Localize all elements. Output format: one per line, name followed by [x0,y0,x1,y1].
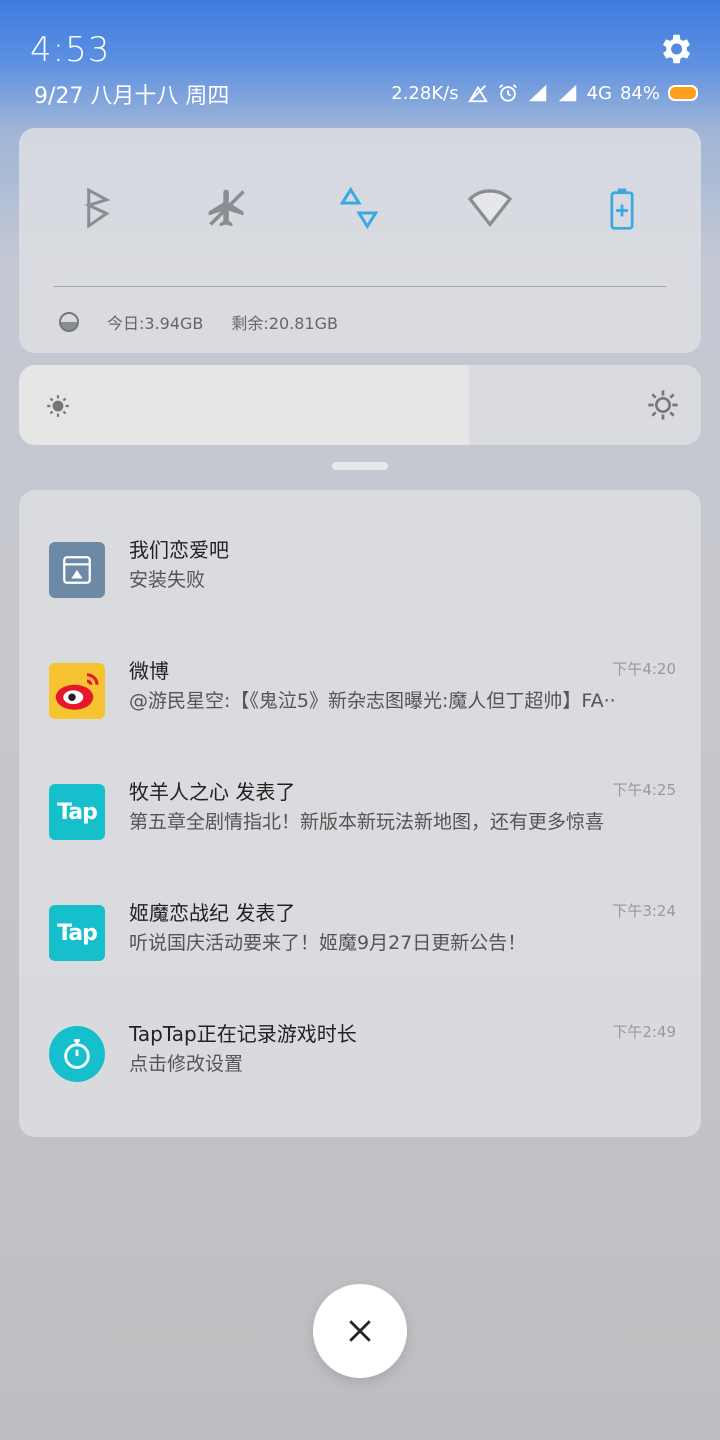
no-sim-icon [467,85,488,103]
wifi-toggle[interactable] [460,178,520,238]
notification-list: 我们恋爱吧 安装失败 微博 下午4:20 @游民星空:【《鬼泣5》新杂志图曝光:… [19,490,701,1137]
divider [54,286,666,287]
clear-all-button[interactable] [313,1284,407,1378]
battery-saver-toggle[interactable] [592,178,652,238]
data-usage-icon [59,312,79,332]
brightness-low-icon [47,395,69,417]
taptap-icon: Tap [49,905,105,961]
quick-settings-panel: 今日:3.94GB 剩余:20.81GB [19,128,701,353]
bluetooth-icon [84,187,111,229]
date[interactable]: 9/27 八月十八 周四 [34,78,229,110]
brightness-high-icon [648,390,678,420]
signal-icon [558,84,576,102]
signal-icon [528,84,546,102]
notification-time: 下午4:20 [612,660,676,678]
battery-icon [668,85,698,101]
data-transfer-icon [339,186,379,230]
notification-title: 牧羊人之心 发表了 [129,780,296,804]
app-installer-icon [49,542,105,598]
usage-remaining: 剩余:20.81GB [231,314,338,333]
airplane-off-icon [208,189,245,227]
status-icons: 2.28K/s 4G 84% [391,80,698,106]
notification-time: 下午3:24 [612,902,676,920]
notification-body: 点击修改设置 [129,1053,244,1075]
notification-body: 第五章全剧情指北！新版本新玩法新地图，还有更多惊喜 [129,811,605,833]
notification-item[interactable]: 我们恋爱吧 安装失败 [19,520,701,620]
notification-item[interactable]: 微博 下午4:20 @游民星空:【《鬼泣5》新杂志图曝光:魔人但丁超帅】FA·· [19,641,701,741]
airplane-toggle[interactable] [197,178,257,238]
notification-title: 微博 [129,659,169,683]
mobile-data-toggle[interactable] [329,178,389,238]
notification-time: 下午2:49 [612,1023,676,1041]
notification-item[interactable]: Tap 姬魔恋战纪 发表了 下午3:24 听说国庆活动要来了！姬魔9月27日更新… [19,883,701,983]
notification-body: @游民星空:【《鬼泣5》新杂志图曝光:魔人但丁超帅】FA·· [129,690,616,712]
settings-icon[interactable] [656,30,694,68]
bluetooth-toggle[interactable] [67,178,127,238]
close-icon [349,1320,371,1342]
brightness-fill [19,365,470,445]
notification-time: 下午4:25 [612,781,676,799]
usage-today: 今日:3.94GB [107,314,204,333]
notification-title: 我们恋爱吧 [129,538,229,562]
taptap-logo-text: Tap [57,920,98,946]
data-usage[interactable]: 今日:3.94GB 剩余:20.81GB [59,310,338,334]
notification-body: 安装失败 [129,569,206,591]
notification-title: 姬魔恋战纪 发表了 [129,901,296,925]
drag-handle[interactable] [332,462,388,470]
battery-saver-icon [610,188,634,230]
net-speed: 2.28K/s [391,82,459,104]
clock[interactable]: 4:53 [30,30,110,70]
network-type: 4G [586,82,612,104]
taptap-icon: Tap [49,784,105,840]
notification-item[interactable]: Tap 牧羊人之心 发表了 下午4:25 第五章全剧情指北！新版本新玩法新地图，… [19,762,701,862]
notification-body: 听说国庆活动要来了！姬魔9月27日更新公告！ [129,932,527,954]
alarm-icon [498,84,517,102]
wifi-icon [468,189,512,228]
brightness-slider[interactable] [19,365,701,445]
status-bar: 4:53 9/27 八月十八 周四 2.28K/s 4G 84% [0,0,720,120]
notification-title: TapTap正在记录游戏时长 [129,1022,357,1046]
taptap-logo-text: Tap [57,799,98,825]
battery-percent: 84% [619,82,660,104]
quick-toggles [19,178,701,238]
stopwatch-icon [49,1026,105,1082]
weibo-icon [49,663,105,719]
notification-item[interactable]: TapTap正在记录游戏时长 下午2:49 点击修改设置 [19,1004,701,1104]
